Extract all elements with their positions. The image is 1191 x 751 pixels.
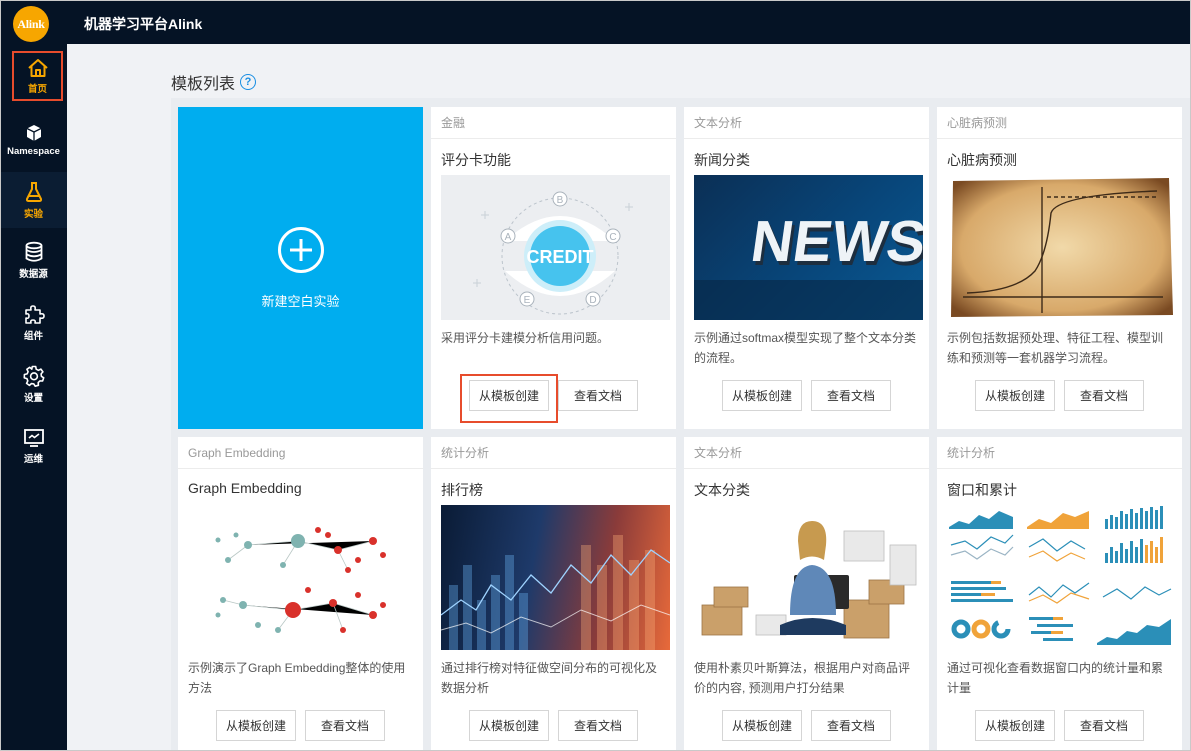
card-thumbnail	[441, 505, 670, 650]
sidebar-item-datasource[interactable]: 数据源	[0, 234, 67, 286]
template-card-leaderboard: 统计分析 排行榜 通过排行榜对特征做空间分布的可视化及数据分析 从模板创建 查看…	[431, 437, 676, 751]
create-from-template-button[interactable]: 从模板创建	[722, 380, 802, 411]
card-description: 通过可视化查看数据窗口内的统计量和累计量	[947, 661, 1164, 695]
create-from-template-button[interactable]: 从模板创建	[216, 710, 296, 741]
card-description: 示例包括数据预处理、特征工程、模型训练和预测等一套机器学习流程。	[947, 331, 1164, 365]
card-category: 金融	[431, 107, 676, 139]
section-title: 模板列表 ?	[171, 70, 257, 94]
app-title: 机器学习平台Alink	[84, 16, 203, 32]
card-thumbnail: CREDIT A B C D E	[441, 175, 670, 320]
card-thumbnail	[947, 175, 1176, 320]
card-actions: 从模板创建 查看文档	[431, 380, 676, 411]
svg-text:D: D	[589, 295, 596, 306]
sidebar-item-components[interactable]: 组件	[0, 296, 67, 348]
home-icon	[27, 58, 48, 77]
sidebar-item-ops[interactable]: 运维	[0, 420, 67, 472]
card-category: 文本分析	[684, 437, 929, 469]
card-actions: 从模板创建 查看文档	[937, 710, 1182, 741]
card-actions: 从模板创建 查看文档	[684, 380, 929, 411]
card-description: 通过排行榜对特征做空间分布的可视化及数据分析	[441, 661, 658, 695]
section-title-text: 模板列表	[171, 76, 236, 93]
view-docs-button[interactable]: 查看文档	[558, 380, 638, 411]
view-docs-button[interactable]: 查看文档	[811, 710, 891, 741]
sidebar-item-experiment[interactable]: 实验	[0, 172, 67, 228]
create-from-template-button[interactable]: 从模板创建	[469, 710, 549, 741]
card-title: 新闻分类	[694, 152, 750, 168]
sidebar-item-label: 实验	[23, 208, 43, 220]
view-docs-button[interactable]: 查看文档	[305, 710, 385, 741]
sidebar-item-namespace[interactable]: Namespace	[0, 114, 67, 166]
thumb-credit-text: CREDIT	[527, 247, 594, 267]
view-docs-button[interactable]: 查看文档	[558, 710, 638, 741]
sidebar-item-settings[interactable]: 设置	[0, 358, 67, 410]
card-category: Graph Embedding	[178, 437, 423, 469]
gear-icon	[23, 365, 44, 387]
card-title: Graph Embedding	[188, 480, 302, 496]
svg-text:B: B	[557, 195, 564, 206]
flask-icon	[25, 181, 42, 202]
sidebar-item-label: 运维	[23, 453, 43, 465]
card-category: 心脏病预测	[937, 107, 1182, 139]
card-category: 统计分析	[431, 437, 676, 469]
card-thumbnail	[694, 505, 923, 650]
sidebar-item-label: 首页	[27, 83, 47, 95]
sidebar: Alink 首页 Namespace 实验 数据源 组件 设置 运维	[0, 0, 67, 751]
sidebar-item-label: Namespace	[7, 146, 60, 157]
template-card-credit: 金融 评分卡功能 CREDIT A B C D E 采用评分卡建模分析信用问题。…	[431, 107, 676, 429]
alink-logo[interactable]: Alink	[13, 6, 49, 42]
card-title: 排行榜	[441, 482, 483, 498]
card-thumbnail: NEWS NEWS	[694, 175, 923, 320]
cube-icon	[26, 125, 41, 141]
svg-text:E: E	[524, 295, 531, 306]
database-icon	[25, 241, 42, 262]
top-header: 机器学习平台Alink	[67, 0, 1191, 44]
card-thumbnail	[947, 505, 1176, 650]
new-blank-experiment-label: 新建空白实验	[261, 293, 340, 309]
puzzle-icon	[24, 304, 45, 324]
svg-text:A: A	[505, 232, 512, 243]
create-from-template-button[interactable]: 从模板创建	[722, 710, 802, 741]
template-card-window-cumulative: 统计分析 窗口和累计 通过可视化查看数据窗口内的统计量和累计量 从模板创建 查看…	[937, 437, 1182, 751]
card-description: 采用评分卡建模分析信用问题。	[441, 331, 610, 345]
card-description: 示例演示了Graph Embedding整体的使用方法	[188, 661, 406, 695]
card-title: 窗口和累计	[947, 482, 1017, 498]
card-category: 文本分析	[684, 107, 929, 139]
view-docs-button[interactable]: 查看文档	[1064, 380, 1144, 411]
create-from-template-button[interactable]: 从模板创建	[975, 710, 1055, 741]
sidebar-item-home[interactable]: 首页	[12, 51, 63, 101]
view-docs-button[interactable]: 查看文档	[811, 380, 891, 411]
new-blank-experiment-card[interactable]: 新建空白实验	[178, 107, 423, 429]
template-card-heart: 心脏病预测 心脏病预测 示例包括数据预处理、特征工程、模型训练和预测等一套机器学…	[937, 107, 1182, 429]
card-actions: 从模板创建 查看文档	[431, 710, 676, 741]
card-thumbnail	[188, 505, 417, 650]
template-card-text-classification: 文本分析 文本分类 使用朴素贝叶斯算法，根据用户对商品评价的内容, 预测用户打分…	[684, 437, 929, 751]
sidebar-item-label: 数据源	[19, 268, 48, 280]
thumb-news-text: NEWS	[747, 209, 923, 274]
card-description: 使用朴素贝叶斯算法，根据用户对商品评价的内容, 预测用户打分结果	[694, 661, 911, 695]
card-actions: 从模板创建 查看文档	[937, 380, 1182, 411]
svg-text:C: C	[609, 232, 616, 243]
plus-circle-icon	[277, 226, 324, 273]
template-card-graph-embedding: Graph Embedding Graph Embedding 示例演示了Gra…	[178, 437, 423, 751]
card-description: 示例通过softmax模型实现了整个文本分类的流程。	[694, 331, 917, 365]
help-icon[interactable]: ?	[240, 74, 257, 90]
template-card-news: 文本分析 新闻分类 NEWS NEWS 示例通过softmax模型实现了整个文本…	[684, 107, 929, 429]
card-title: 评分卡功能	[441, 152, 511, 168]
card-actions: 从模板创建 查看文档	[178, 710, 423, 741]
card-category: 统计分析	[937, 437, 1182, 469]
card-title: 心脏病预测	[947, 152, 1017, 168]
create-from-template-button[interactable]: 从模板创建	[469, 380, 549, 411]
sidebar-item-label: 组件	[23, 330, 43, 342]
create-from-template-button[interactable]: 从模板创建	[975, 380, 1055, 411]
monitor-icon	[23, 428, 44, 447]
card-actions: 从模板创建 查看文档	[684, 710, 929, 741]
card-title: 文本分类	[694, 482, 750, 498]
sidebar-item-label: 设置	[23, 392, 43, 404]
view-docs-button[interactable]: 查看文档	[1064, 710, 1144, 741]
